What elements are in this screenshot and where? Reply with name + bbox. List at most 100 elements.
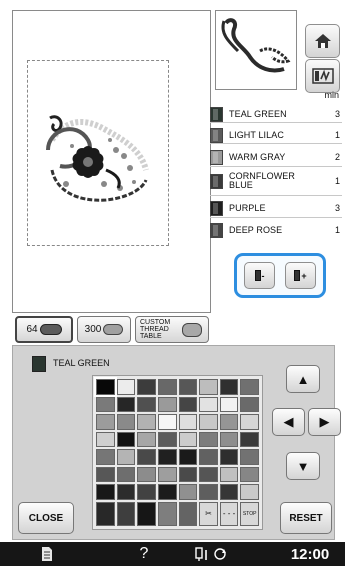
divider xyxy=(210,217,342,218)
thread-color-cell[interactable] xyxy=(116,501,136,526)
thread-color-cell[interactable] xyxy=(137,431,156,447)
thread-color-cell[interactable] xyxy=(240,484,259,500)
divider xyxy=(210,122,342,123)
thread-minus-button[interactable]: - xyxy=(244,262,275,289)
thread-spool-icon xyxy=(210,106,223,122)
palette-300-button[interactable]: 300 xyxy=(77,316,131,343)
thread-color-cell[interactable] xyxy=(219,449,239,465)
thread-color-cell[interactable] xyxy=(96,466,115,482)
display-mode-button[interactable] xyxy=(305,59,340,93)
thread-color-cell[interactable] xyxy=(96,484,115,500)
thread-color-cell[interactable] xyxy=(240,379,259,395)
thread-color-cell[interactable] xyxy=(199,379,218,395)
thread-color-cell[interactable] xyxy=(219,431,239,447)
help-button[interactable]: ? xyxy=(133,542,155,566)
thread-color-cell[interactable] xyxy=(178,449,198,465)
thread-color-cell[interactable] xyxy=(219,414,239,430)
thread-color-cell[interactable] xyxy=(240,431,259,447)
selected-thread-spool-icon xyxy=(32,356,46,372)
thread-color-cell[interactable] xyxy=(199,466,218,482)
thread-color-cell[interactable] xyxy=(137,501,156,526)
thread-color-cell[interactable] xyxy=(116,484,136,500)
machine-status-icons xyxy=(192,542,232,566)
thread-order-stepper: - + xyxy=(234,253,326,298)
thread-color-cell[interactable] xyxy=(96,449,115,465)
thread-color-cell[interactable] xyxy=(178,379,198,395)
thread-color-cell[interactable] xyxy=(219,379,239,395)
thread-color-cell[interactable] xyxy=(199,431,218,447)
thread-color-cell[interactable] xyxy=(137,414,156,430)
thread-color-cell[interactable] xyxy=(157,379,177,395)
thread-plus-button[interactable]: + xyxy=(285,262,316,289)
thread-color-cell[interactable]: ✂ xyxy=(199,501,218,526)
thread-color-cell[interactable] xyxy=(137,484,156,500)
thread-color-cell[interactable] xyxy=(96,396,115,412)
thread-color-cell[interactable] xyxy=(157,484,177,500)
clock-time: 12:00 xyxy=(290,545,330,563)
thread-color-cell[interactable] xyxy=(157,466,177,482)
chevron-right-icon: ▶ xyxy=(319,414,330,429)
thread-color-cell[interactable] xyxy=(96,414,115,430)
thread-color-cell[interactable] xyxy=(199,449,218,465)
dashes-icon: - - - xyxy=(222,509,236,519)
thread-color-cell[interactable] xyxy=(116,466,136,482)
thread-name: DEEP ROSE xyxy=(229,224,283,235)
thread-color-cell[interactable] xyxy=(240,396,259,412)
scroll-down-button[interactable]: ▼ xyxy=(286,452,320,480)
thread-color-cell[interactable] xyxy=(116,431,136,447)
thread-minutes: 1 xyxy=(334,176,340,186)
thread-color-cell[interactable] xyxy=(116,449,136,465)
document-icon-button[interactable] xyxy=(36,542,58,566)
thread-color-cell[interactable] xyxy=(199,414,218,430)
thread-color-cell[interactable]: - - - xyxy=(219,501,239,526)
reset-button[interactable]: RESET xyxy=(280,502,332,534)
thread-color-cell[interactable] xyxy=(137,396,156,412)
thread-color-cell[interactable] xyxy=(240,414,259,430)
thread-color-cell[interactable] xyxy=(96,431,115,447)
thread-color-cell[interactable] xyxy=(240,466,259,482)
custom-thread-table-button[interactable]: CUSTOM THREAD TABLE xyxy=(135,316,209,343)
thread-color-cell[interactable] xyxy=(178,414,198,430)
thread-color-grid: ✂ - - - STOP xyxy=(92,375,263,530)
thread-color-cell[interactable] xyxy=(178,431,198,447)
thread-color-cell[interactable] xyxy=(157,414,177,430)
thread-color-cell[interactable] xyxy=(178,396,198,412)
thread-display-icon xyxy=(311,68,334,84)
thread-color-cell[interactable] xyxy=(137,466,156,482)
close-button[interactable]: CLOSE xyxy=(18,502,74,534)
thread-color-cell[interactable] xyxy=(137,449,156,465)
thread-color-cell[interactable] xyxy=(219,466,239,482)
thread-color-cell[interactable] xyxy=(199,396,218,412)
scissors-icon: ✂ xyxy=(205,509,212,519)
thread-color-cell[interactable] xyxy=(178,466,198,482)
thread-spool-icon xyxy=(210,222,223,238)
thread-color-cell[interactable] xyxy=(157,396,177,412)
thread-color-cell[interactable] xyxy=(94,377,117,397)
thread-color-cell[interactable] xyxy=(157,449,177,465)
thread-color-cell[interactable] xyxy=(96,501,115,526)
palette-icon xyxy=(103,324,124,335)
thread-color-cell[interactable] xyxy=(219,396,239,412)
thread-color-cell[interactable] xyxy=(199,484,218,500)
thread-minutes: 3 xyxy=(334,109,340,119)
thread-color-cell[interactable] xyxy=(178,484,198,500)
thread-color-cell[interactable] xyxy=(157,431,177,447)
thread-color-cell[interactable]: STOP xyxy=(240,501,259,526)
thread-color-cell[interactable] xyxy=(157,501,177,526)
thread-color-cell[interactable] xyxy=(116,379,136,395)
thread-color-cell[interactable] xyxy=(137,379,156,395)
palette-64-button[interactable]: 64 xyxy=(15,316,73,343)
thread-color-cell[interactable] xyxy=(219,484,239,500)
thread-color-cell[interactable] xyxy=(178,501,198,526)
scroll-up-button[interactable]: ▲ xyxy=(286,365,320,393)
needle-and-rotate-icon xyxy=(195,547,226,561)
thread-color-cell[interactable] xyxy=(116,396,136,412)
thread-name: WARM GRAY xyxy=(229,151,286,162)
scroll-left-button[interactable]: ◀ xyxy=(272,408,305,436)
chevron-down-icon: ▼ xyxy=(296,458,310,474)
thread-name: PURPLE xyxy=(229,202,266,213)
thread-color-cell[interactable] xyxy=(116,414,136,430)
thread-color-cell[interactable] xyxy=(240,449,259,465)
scroll-right-button[interactable]: ▶ xyxy=(308,408,341,436)
home-button[interactable] xyxy=(305,24,340,58)
